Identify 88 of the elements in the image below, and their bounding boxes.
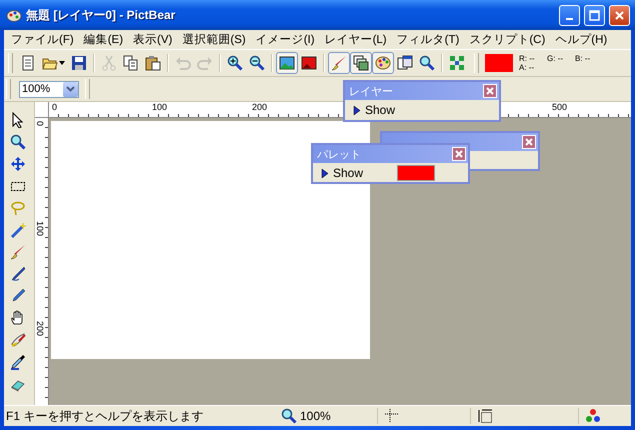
channel-readout: G: -- (547, 54, 564, 63)
layers-button[interactable] (350, 52, 372, 74)
maximize-button[interactable] (584, 4, 605, 26)
magnifier-icon (10, 134, 26, 150)
airbrush-tool[interactable] (10, 332, 28, 348)
menu-item[interactable]: 表示(V) (128, 32, 178, 47)
ruler-label: 0 (35, 121, 45, 126)
page-icon (20, 55, 36, 71)
maximize-icon (589, 10, 600, 20)
magnifier-tool[interactable] (10, 134, 28, 150)
menu-item[interactable]: イメージ(I) (250, 32, 320, 47)
ruler-label: 200 (35, 321, 45, 336)
panel-title: レイヤー (349, 84, 393, 98)
ruler-label: 100 (152, 102, 168, 112)
close-icon (614, 10, 625, 20)
menu-item[interactable]: 選択範囲(S) (177, 32, 251, 47)
move-tool[interactable] (10, 156, 28, 172)
close-icon (455, 150, 463, 158)
move-icon (10, 156, 26, 172)
airbrush-icon (10, 332, 26, 348)
brush-tool[interactable] (10, 244, 28, 260)
brush-icon (10, 244, 26, 260)
dropper-tool[interactable] (10, 354, 28, 370)
image-icon (301, 55, 317, 71)
zoom-out-icon (249, 55, 265, 71)
image-button[interactable] (276, 52, 298, 74)
ruler-label: 200 (252, 102, 268, 112)
channel-readout: R: -- (519, 54, 536, 63)
close-button[interactable] (522, 135, 536, 149)
layers-icon (353, 55, 369, 71)
zoom-in-icon (227, 55, 243, 71)
channel-readout: A: -- (519, 63, 536, 72)
brush-button[interactable] (328, 52, 350, 74)
redo-icon (197, 55, 213, 71)
magnifier-icon (281, 408, 297, 424)
color-channels-icon (585, 408, 601, 424)
menu-item[interactable]: 編集(E) (78, 32, 128, 47)
zoom-level: 100% (300, 409, 331, 423)
copy-icon (123, 55, 139, 71)
palette-button[interactable] (372, 52, 394, 74)
expand-arrow-icon[interactable] (353, 104, 361, 116)
palette-icon (375, 55, 391, 71)
nodes-icon (449, 55, 465, 71)
pencil-tool[interactable] (10, 288, 28, 304)
wand-icon (10, 222, 26, 238)
minimize-icon (566, 18, 573, 20)
show-toggle[interactable]: Show (365, 103, 413, 117)
window-title: 無題 [レイヤー0] - PictBear (26, 6, 176, 24)
show-toggle[interactable]: Show (333, 166, 381, 180)
cursor-position-icon (384, 408, 400, 424)
scissors-icon (101, 55, 117, 71)
close-button[interactable] (609, 4, 630, 26)
pen-tool[interactable] (10, 266, 28, 282)
pen-icon (10, 266, 26, 282)
image-icon (279, 55, 295, 71)
undo-icon (175, 55, 191, 71)
dropper-icon (10, 354, 26, 370)
menu-item[interactable]: ファイル(F) (6, 32, 79, 47)
menu-item[interactable]: スクリプト(C) (464, 32, 550, 47)
menu-item[interactable]: ヘルプ(H) (550, 32, 612, 47)
close-button[interactable] (483, 84, 497, 98)
windows-icon (397, 55, 413, 71)
ruler-label: 0 (52, 102, 58, 112)
zoom-dropdown[interactable]: 100% (19, 80, 79, 98)
menu-item[interactable]: レイヤー(L) (320, 32, 392, 47)
magnifier-icon (419, 55, 435, 71)
channel-readout: B: -- (575, 54, 592, 63)
brush-icon (331, 55, 347, 71)
pointer-icon (10, 112, 26, 128)
close-icon (525, 138, 533, 146)
current-color-swatch[interactable] (485, 54, 513, 72)
panel-title: パレット (317, 148, 361, 162)
close-icon (486, 87, 494, 95)
pencil-icon (10, 288, 26, 304)
wand-tool[interactable] (10, 222, 28, 238)
dropdown-arrow-icon[interactable] (58, 60, 66, 66)
minimize-button[interactable] (559, 4, 580, 26)
status-message: F1 キーを押すとヘルプを表示します (5, 408, 204, 424)
ruler-label: 500 (552, 102, 568, 112)
lasso-icon (10, 200, 26, 216)
selection-size-icon (477, 408, 493, 424)
app-icon (6, 7, 22, 23)
color-swatch[interactable] (397, 165, 435, 181)
clipboard-icon (145, 55, 161, 71)
close-button[interactable] (452, 147, 466, 161)
menu-item[interactable]: フィルタ(T) (392, 32, 464, 47)
ruler-label: 100 (35, 221, 45, 236)
expand-arrow-icon[interactable] (321, 168, 329, 178)
